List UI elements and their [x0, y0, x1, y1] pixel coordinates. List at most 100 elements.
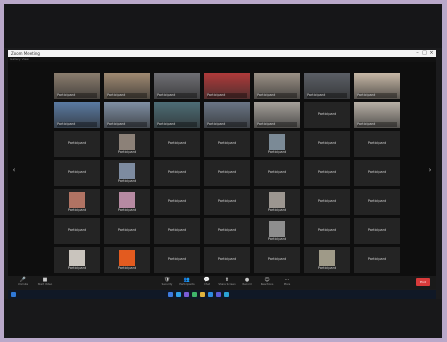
participant-name: Participant [117, 150, 137, 154]
participant-tile[interactable]: Participant [204, 247, 250, 273]
participant-tile[interactable]: Participant [204, 102, 250, 128]
maximize-icon[interactable]: □ [421, 50, 428, 57]
participant-tile[interactable]: Participant [354, 131, 400, 157]
more-button[interactable]: ⋯ More [278, 277, 296, 288]
participant-tile[interactable]: Participant [304, 247, 350, 273]
participant-tile[interactable]: Participant [254, 73, 300, 99]
participant-name: Participant [217, 257, 237, 261]
control-label: Reactions [260, 283, 274, 286]
participant-tile[interactable]: Participant [104, 247, 150, 273]
unmute-button[interactable]: 🎤 Unmute [14, 277, 32, 288]
taskbar-app-icon[interactable] [200, 292, 205, 297]
participant-tile[interactable]: Participant [54, 160, 100, 186]
participant-tile[interactable]: Participant [104, 189, 150, 215]
participant-tile[interactable]: Participant [104, 73, 150, 99]
participant-tile[interactable]: Participant [204, 160, 250, 186]
participant-name: Participant [267, 150, 287, 154]
participant-tile[interactable]: Participant [254, 160, 300, 186]
chat-button[interactable]: 💬 Chat [198, 277, 216, 288]
participant-avatar [269, 221, 285, 237]
participant-tile[interactable]: Participant [354, 73, 400, 99]
participant-name: Participant [267, 257, 287, 261]
participant-tile[interactable]: Participant [54, 189, 100, 215]
control-label: Chat [203, 283, 211, 286]
participant-name: Participant [117, 266, 137, 270]
participant-name: Participant [107, 93, 147, 98]
participant-tile[interactable]: Participant [104, 131, 150, 157]
participant-tile[interactable]: Participant [204, 218, 250, 244]
participant-tile[interactable]: Participant [354, 102, 400, 128]
participant-tile[interactable]: Participant [54, 102, 100, 128]
participant-tile[interactable]: Participant [104, 102, 150, 128]
participant-tile[interactable]: Participant [204, 73, 250, 99]
close-icon[interactable]: × [428, 50, 435, 57]
participant-tile[interactable]: Participant [154, 247, 200, 273]
participant-avatar [269, 192, 285, 208]
participant-tile[interactable]: Participant [104, 218, 150, 244]
gallery-grid: Participant Participant Participant Partici… [54, 73, 402, 275]
participant-tile[interactable]: Participant [254, 102, 300, 128]
participant-tile[interactable]: Participant [254, 247, 300, 273]
participant-tile[interactable]: Participant [154, 189, 200, 215]
taskbar-app-icon[interactable] [224, 292, 229, 297]
participant-name: Participant [67, 208, 87, 212]
start-video-button[interactable]: ■ Start Video [36, 277, 54, 288]
share-screen-button[interactable]: ⬆ Share Screen [218, 277, 236, 288]
participant-avatar [119, 192, 135, 208]
participant-tile[interactable]: Participant [354, 218, 400, 244]
taskbar-app-icon[interactable] [208, 292, 213, 297]
participant-tile[interactable]: Participant [154, 218, 200, 244]
participant-tile[interactable]: Participant [254, 189, 300, 215]
participant-tile[interactable]: Participant [204, 189, 250, 215]
participant-tile[interactable]: Participant [304, 218, 350, 244]
participant-name: Participant [357, 122, 397, 127]
previous-page-icon[interactable]: ‹ [11, 165, 17, 175]
taskbar-app-icon[interactable] [168, 292, 173, 297]
start-icon[interactable] [11, 292, 16, 297]
participant-tile[interactable]: Participant [54, 247, 100, 273]
participant-tile[interactable]: Participant [204, 131, 250, 157]
taskbar-app-icon[interactable] [192, 292, 197, 297]
participant-tile[interactable]: Participant [304, 160, 350, 186]
participant-tile[interactable]: Participant [154, 160, 200, 186]
taskbar-app-icon[interactable] [216, 292, 221, 297]
participant-name: Participant [217, 228, 237, 232]
participant-name: Participant [207, 93, 247, 98]
participant-tile[interactable]: Participant [354, 247, 400, 273]
participant-tile[interactable]: Participant [254, 131, 300, 157]
participant-name: Participant [307, 93, 347, 98]
participant-tile[interactable]: Participant [54, 131, 100, 157]
participant-avatar [69, 250, 85, 266]
participant-tile[interactable]: Participant [354, 189, 400, 215]
next-page-icon[interactable]: › [427, 165, 433, 175]
participant-tile[interactable]: Participant [304, 131, 350, 157]
participant-name: Participant [317, 141, 337, 145]
zoom-meeting-window: Gallery View ‹ › Participant Participant P… [8, 57, 436, 289]
participant-tile[interactable]: Participant [54, 218, 100, 244]
participant-tile[interactable]: Participant [154, 73, 200, 99]
participants-button[interactable]: 👥 Participants [178, 277, 196, 288]
participant-tile[interactable]: Participant [304, 73, 350, 99]
control-label: More [283, 283, 291, 286]
participant-tile[interactable]: Participant [154, 102, 200, 128]
minimize-icon[interactable]: – [414, 50, 421, 57]
view-indicator[interactable]: Gallery View [10, 58, 29, 61]
control-label: Share Screen [218, 283, 236, 286]
participant-tile[interactable]: Participant [354, 160, 400, 186]
reactions-button[interactable]: ☺ Reactions [258, 277, 276, 288]
security-button[interactable]: 🛡 Security [158, 277, 176, 288]
participant-name: Participant [367, 228, 387, 232]
end-meeting-button[interactable]: End [416, 278, 430, 286]
participant-tile[interactable]: Participant [254, 218, 300, 244]
control-label: Unmute [17, 283, 29, 286]
participant-tile[interactable]: Participant [304, 102, 350, 128]
participant-tile[interactable]: Participant [154, 131, 200, 157]
taskbar-app-icon[interactable] [184, 292, 189, 297]
participant-tile[interactable]: Participant [304, 189, 350, 215]
record-button[interactable]: ● Record [238, 277, 256, 288]
taskbar-app-icon[interactable] [176, 292, 181, 297]
participant-name: Participant [157, 122, 197, 127]
participant-tile[interactable]: Participant [104, 160, 150, 186]
participant-tile[interactable]: Participant [54, 73, 100, 99]
participant-name: Participant [317, 228, 337, 232]
